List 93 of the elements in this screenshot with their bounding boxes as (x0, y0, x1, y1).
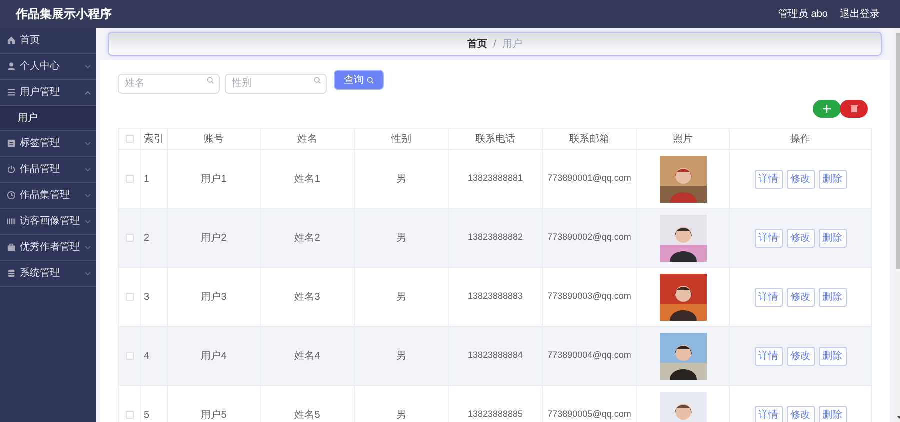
database-icon (7, 269, 16, 278)
checkbox[interactable] (126, 352, 134, 360)
email-cell: 773890003@qq.com (548, 291, 632, 302)
phone-cell: 13823888881 (468, 173, 524, 184)
checkbox[interactable] (126, 234, 134, 242)
account-cell: 用户4 (201, 350, 227, 362)
column-header: 账号 (168, 128, 260, 150)
logout-link[interactable]: 退出登录 (840, 6, 880, 22)
action-button[interactable]: 详情 (754, 170, 782, 188)
name-cell: 姓名4 (294, 350, 320, 362)
action-button[interactable]: 删除 (818, 346, 846, 366)
search-icon (367, 76, 374, 84)
square-icon (7, 139, 16, 148)
column-header: 操作 (730, 128, 872, 150)
index-cell: 3 (144, 292, 150, 302)
list-icon (7, 88, 16, 97)
search-field[interactable]: 姓名 (118, 74, 220, 94)
sidebar-subitem[interactable]: 用户 (0, 106, 96, 130)
search-icon (207, 77, 214, 84)
index-cell: 5 (144, 410, 150, 420)
breadcrumb-item: 用户 (502, 38, 522, 52)
sidebar-item[interactable]: 作品集管理 (0, 183, 96, 209)
account-cell: 用户1 (201, 174, 227, 184)
index-cell: 4 (144, 350, 150, 362)
column-header: 联系电话 (448, 128, 542, 150)
action-button[interactable]: 详情 (754, 346, 782, 366)
account-cell: 用户2 (201, 232, 227, 244)
briefcase-icon (7, 243, 16, 252)
index-cell: 1 (144, 174, 150, 184)
action-button[interactable]: 删除 (818, 228, 846, 248)
column-header: 照片 (636, 128, 730, 150)
user-label: 管理员 abo (778, 8, 828, 22)
account-cell: 用户5 (201, 410, 227, 420)
sidebar-item[interactable]: 访客画像管理 (0, 209, 96, 235)
search-field[interactable]: 性别 (225, 74, 327, 94)
email-cell: 773890005@qq.com (548, 409, 632, 420)
query-button[interactable]: 查询 (334, 70, 384, 90)
name-cell: 姓名1 (294, 174, 320, 184)
plus-icon (823, 105, 831, 113)
column-header: 性别 (354, 128, 448, 150)
action-button[interactable]: 详情 (754, 288, 782, 306)
email-cell: 773890001@qq.com (548, 173, 632, 184)
delete-button[interactable] (840, 100, 868, 118)
action-button[interactable]: 删除 (818, 170, 846, 188)
sidebar-item[interactable]: 个人中心 (0, 54, 96, 80)
action-button[interactable]: 详情 (754, 228, 782, 248)
checkbox[interactable] (126, 175, 134, 183)
name-cell: 姓名5 (294, 410, 320, 420)
action-button[interactable]: 详情 (754, 406, 782, 422)
phone-cell: 13823888885 (468, 409, 524, 420)
sidebar-item[interactable]: 优秀作者管理 (0, 235, 96, 261)
action-button[interactable]: 修改 (786, 406, 814, 422)
phone-cell: 13823888883 (468, 291, 524, 302)
checkbox[interactable] (126, 135, 134, 143)
power-icon (7, 165, 16, 174)
gender-cell: 男 (396, 174, 406, 184)
sidebar-item[interactable]: 标签管理 (0, 131, 96, 157)
barcode-icon (7, 217, 16, 226)
checkbox[interactable] (126, 293, 134, 301)
gender-cell: 男 (396, 232, 406, 244)
email-cell: 773890002@qq.com (548, 232, 632, 242)
sidebar-item[interactable]: 首页 (0, 28, 96, 54)
gender-cell: 男 (396, 292, 406, 302)
search-icon (314, 77, 321, 84)
email-cell: 773890004@qq.com (548, 350, 632, 360)
person-icon (7, 62, 16, 71)
name-cell: 姓名3 (294, 292, 320, 302)
name-cell: 姓名2 (294, 232, 320, 244)
action-button[interactable]: 修改 (786, 170, 814, 188)
sidebar-item[interactable]: 作品管理 (0, 157, 96, 183)
column-header: 联系邮箱 (542, 128, 636, 150)
action-button[interactable]: 修改 (786, 288, 814, 306)
action-button[interactable]: 修改 (786, 228, 814, 248)
phone-cell: 13823888884 (468, 350, 524, 360)
trash-icon (850, 105, 858, 113)
column-header: 姓名 (260, 128, 354, 150)
home-icon (7, 36, 16, 45)
add-button[interactable] (813, 100, 841, 118)
index-cell: 2 (144, 232, 150, 244)
gender-cell: 男 (396, 350, 406, 362)
app-title: 作品集展示小程序 (16, 6, 112, 23)
scroll-down-icon[interactable] (896, 416, 900, 419)
action-button[interactable]: 删除 (818, 288, 846, 306)
checkbox[interactable] (126, 411, 134, 419)
phone-cell: 13823888882 (468, 232, 524, 242)
action-button[interactable]: 修改 (786, 346, 814, 366)
breadcrumb-item[interactable]: 首页 (468, 36, 488, 52)
sidebar-item[interactable]: 系统管理 (0, 261, 96, 287)
clock-icon (7, 191, 16, 200)
gender-cell: 男 (396, 410, 406, 420)
breadcrumb-separator: / (494, 38, 496, 52)
account-cell: 用户3 (201, 292, 227, 302)
action-button[interactable]: 删除 (818, 406, 846, 422)
